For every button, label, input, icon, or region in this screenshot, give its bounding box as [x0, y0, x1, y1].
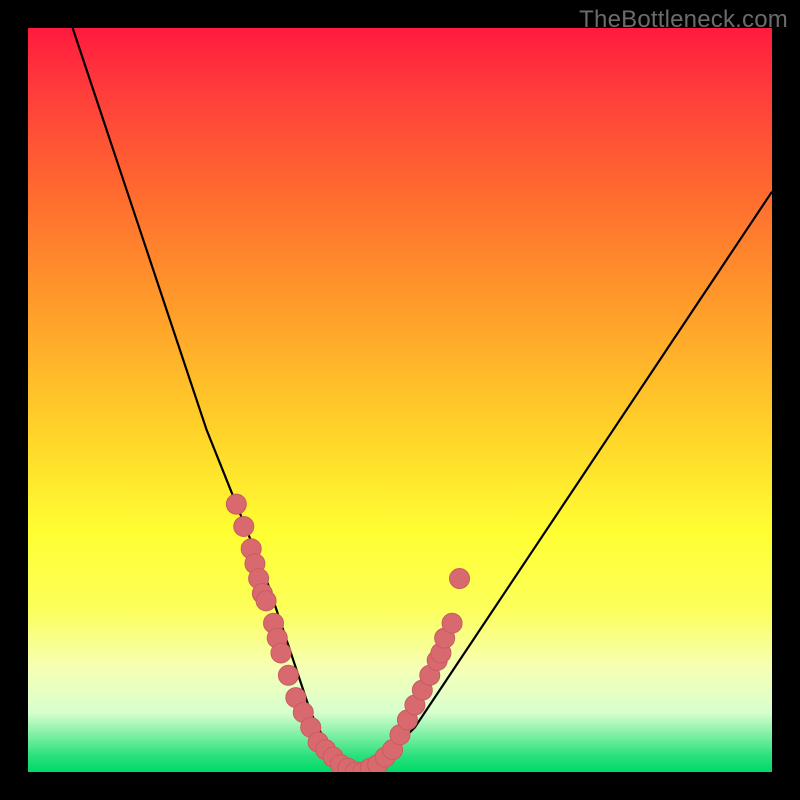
matched-point: [278, 665, 298, 685]
matched-points-layer: [28, 28, 772, 772]
matched-point: [226, 494, 246, 514]
plot-area: [28, 28, 772, 772]
matched-point: [256, 591, 276, 611]
matched-point: [234, 516, 254, 536]
matched-point: [450, 569, 470, 589]
chart-frame: TheBottleneck.com: [0, 0, 800, 800]
watermark-label: TheBottleneck.com: [579, 6, 788, 34]
matched-point: [442, 613, 462, 633]
matched-point: [271, 643, 291, 663]
